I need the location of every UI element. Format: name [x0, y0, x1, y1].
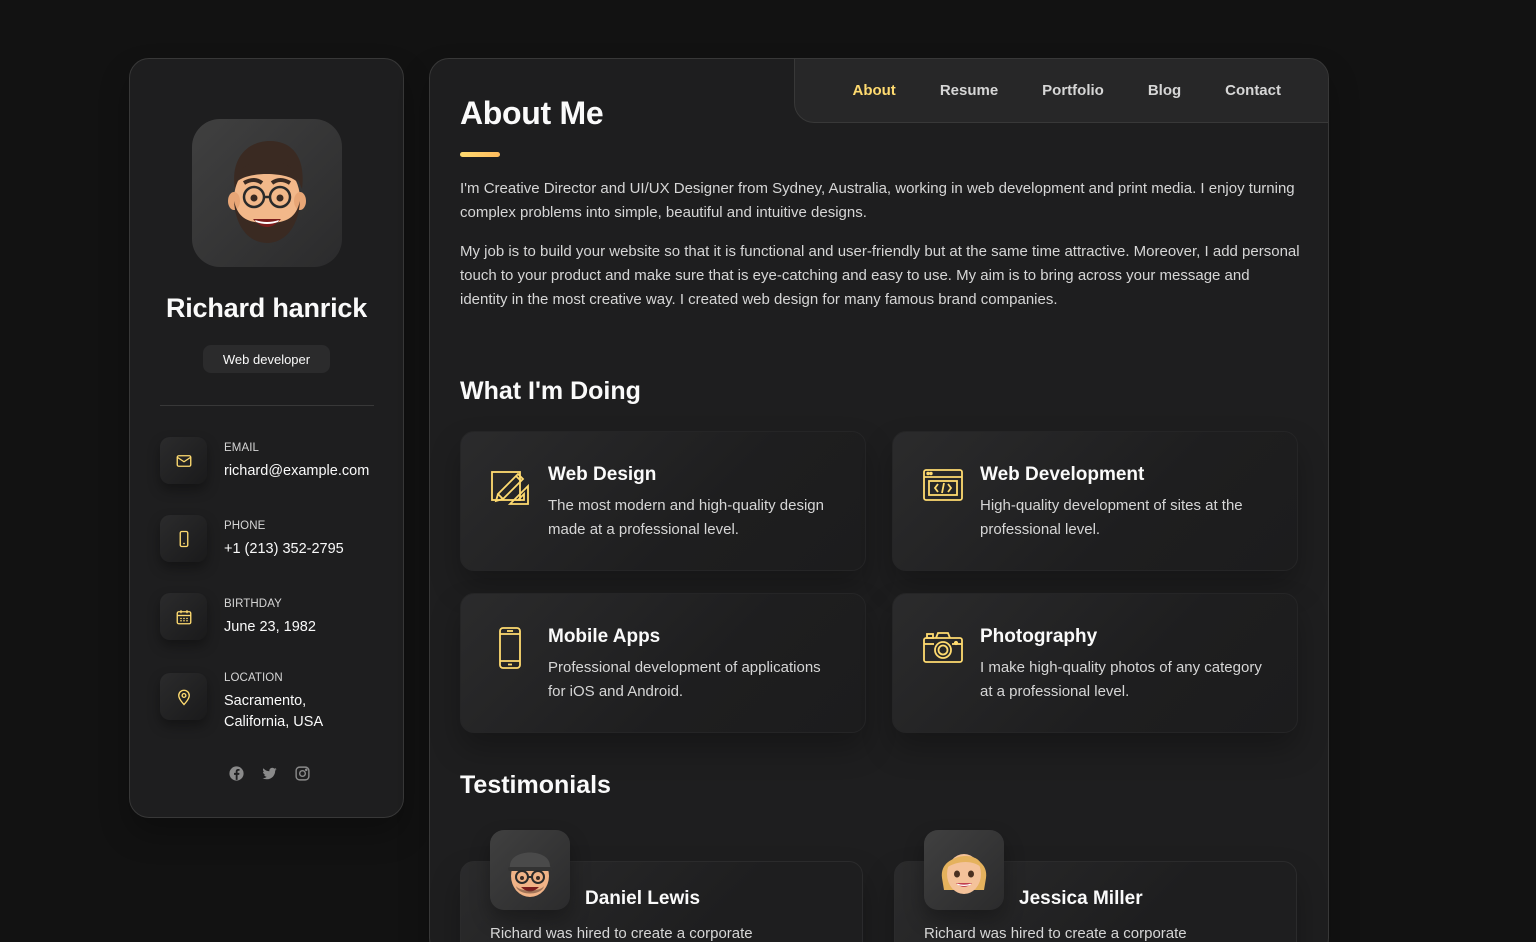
instagram-icon[interactable]: [294, 765, 311, 782]
nav-about[interactable]: About: [852, 82, 895, 99]
profile-title-badge: Web developer: [203, 345, 330, 373]
nav-contact[interactable]: Contact: [1225, 82, 1281, 99]
contact-phone-link[interactable]: +1 (213) 352-2795: [224, 539, 374, 560]
nav-portfolio[interactable]: Portfolio: [1042, 82, 1104, 99]
service-text: The most modern and high-quality design …: [548, 497, 824, 538]
service-card-web-development: Web Development High-quality development…: [892, 431, 1298, 571]
memoji-avatar-icon: [228, 141, 306, 243]
service-text: Professional development of applications…: [548, 659, 821, 700]
phone-icon: [160, 515, 207, 562]
avatar: [924, 830, 1004, 910]
about-paragraph-1: I'm Creative Director and UI/UX Designer…: [460, 180, 1295, 221]
avatar: [192, 119, 342, 267]
service-card-web-design: Web Design The most modern and high-qual…: [460, 431, 866, 571]
contact-email-label: Email: [224, 442, 260, 454]
about-paragraph-2: My job is to build your website so that …: [460, 243, 1300, 308]
testimonial-text: Richard was hired to create a corporate: [490, 925, 753, 942]
services-title: What I'm Doing: [460, 377, 641, 405]
calendar-icon: [160, 593, 207, 640]
contact-phone: Phone +1 (213) 352-2795: [160, 515, 380, 565]
code-icon: [922, 464, 964, 508]
contact-location-value: Sacramento, California, USA: [224, 693, 324, 730]
contact-email: Email richard@example.com: [160, 437, 380, 487]
sidebar-separator: [160, 405, 374, 406]
page-title: About Me: [460, 95, 604, 131]
title-underline: [460, 152, 500, 157]
contact-location: Location Sacramento, California, USA: [160, 672, 380, 730]
contact-phone-label: Phone: [224, 520, 266, 532]
location-icon: [160, 673, 207, 720]
main-panel: About Resume Portfolio Blog Contact Abou…: [429, 58, 1329, 942]
testimonial-author: Jessica Miller: [1019, 888, 1143, 909]
design-icon: [490, 464, 532, 508]
sidebar: Richard hanrick Web developer Email rich…: [129, 58, 404, 818]
service-text: High-quality development of sites at the…: [980, 497, 1243, 538]
testimonial-author: Daniel Lewis: [585, 888, 701, 909]
service-card-mobile-apps: Mobile Apps Professional development of …: [460, 593, 866, 733]
camera-icon: [922, 626, 964, 670]
service-title: Photography: [980, 626, 1098, 647]
nav-resume[interactable]: Resume: [940, 82, 998, 99]
facebook-icon[interactable]: [228, 765, 245, 782]
contact-location-label: Location: [224, 672, 283, 684]
memoji-avatar-icon: [941, 854, 987, 894]
navbar: About Resume Portfolio Blog Contact: [794, 59, 1328, 123]
avatar: [490, 830, 570, 910]
contact-birthday-label: Birthday: [224, 598, 282, 610]
nav-blog[interactable]: Blog: [1148, 82, 1181, 99]
profile-name: Richard hanrick: [165, 293, 368, 323]
contact-birthday: Birthday June 23, 1982: [160, 593, 380, 643]
testimonial-text: Richard was hired to create a corporate: [924, 925, 1187, 942]
mobile-icon: [490, 626, 532, 670]
contact-email-link[interactable]: richard@example.com: [224, 461, 374, 482]
service-title: Mobile Apps: [548, 626, 661, 647]
service-title: Web Development: [980, 464, 1145, 485]
contact-birthday-value: June 23, 1982: [224, 619, 316, 635]
service-text: I make high-quality photos of any catego…: [980, 659, 1262, 700]
service-card-photography: Photography I make high-quality photos o…: [892, 593, 1298, 733]
twitter-icon[interactable]: [261, 765, 278, 782]
social-links: [228, 765, 311, 782]
service-title: Web Design: [548, 464, 657, 485]
testimonials-title: Testimonials: [460, 771, 611, 799]
mail-icon: [160, 437, 207, 484]
memoji-avatar-icon: [508, 852, 552, 897]
